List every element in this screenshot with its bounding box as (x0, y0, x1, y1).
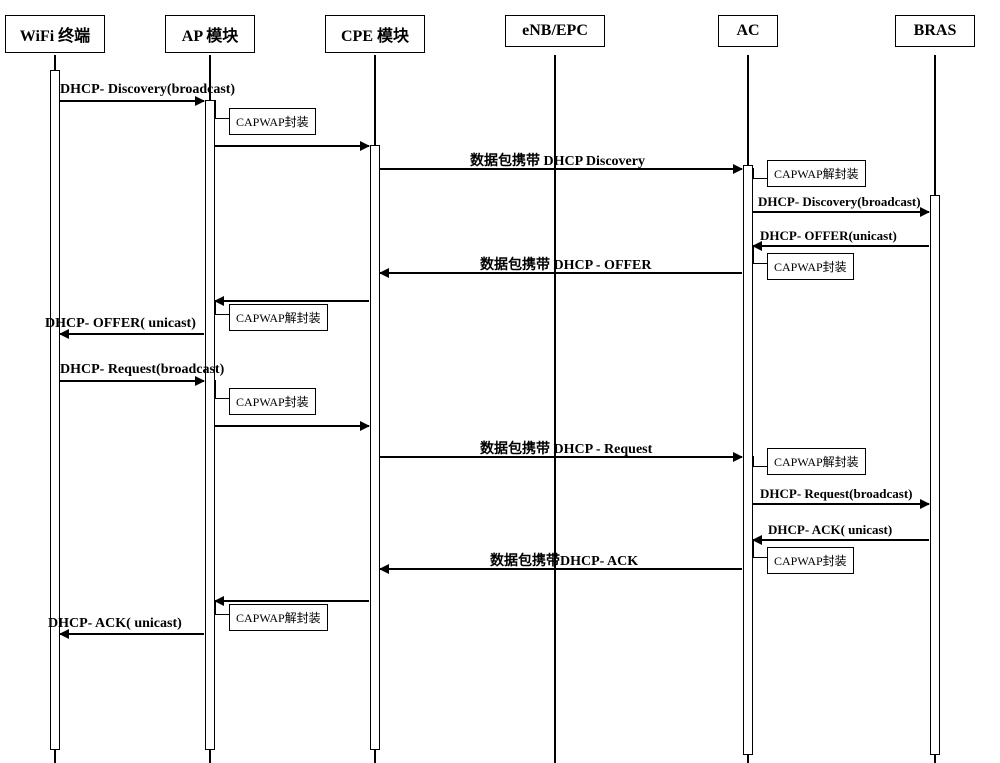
note-conn-8v (215, 600, 216, 614)
note-capwap-encap-2: CAPWAP封装 (767, 253, 854, 280)
arrow-m7 (60, 380, 204, 382)
note-conn-4h (215, 314, 229, 315)
msg-data-ack: 数据包携带DHCP- ACK (490, 550, 638, 570)
note-conn-6h (753, 466, 767, 467)
arrow-cpe-ap-1 (215, 300, 369, 302)
msg-dhcp-request-2: DHCP- Request(broadcast) (760, 486, 913, 502)
note-capwap-encap-1: CAPWAP封装 (229, 108, 316, 135)
note-conn-4v (215, 300, 216, 314)
activation-wifi (50, 70, 60, 750)
note-conn-3v (753, 245, 754, 263)
note-conn-5h (215, 398, 229, 399)
participant-bras: BRAS (895, 15, 975, 47)
arrow-m5 (380, 272, 742, 274)
note-capwap-decap-1: CAPWAP解封装 (767, 160, 866, 187)
msg-dhcp-discovery-1: DHCP- Discovery(broadcast) (60, 82, 235, 98)
note-capwap-decap-4: CAPWAP解封装 (229, 604, 328, 631)
activation-ap (205, 100, 215, 750)
note-conn-2h (753, 178, 767, 179)
note-conn-6v (753, 456, 754, 466)
note-capwap-decap-3: CAPWAP解封装 (767, 448, 866, 475)
note-conn-8h (215, 614, 229, 615)
note-capwap-decap-2: CAPWAP解封装 (229, 304, 328, 331)
participant-ac: AC (718, 15, 778, 47)
arrow-m2 (380, 168, 742, 170)
note-conn-7v (753, 539, 754, 557)
participant-enb: eNB/EPC (505, 15, 605, 47)
note-capwap-encap-3: CAPWAP封装 (229, 388, 316, 415)
note-conn-5v (215, 380, 216, 398)
note-capwap-encap-4: CAPWAP封装 (767, 547, 854, 574)
note-conn-1h (215, 118, 229, 119)
arrow-m9 (753, 503, 929, 505)
arrow-m12 (60, 633, 204, 635)
note-conn-1v (215, 100, 216, 118)
arrow-m6 (60, 333, 204, 335)
participant-ap: AP 模块 (165, 15, 255, 53)
participant-wifi: WiFi 终端 (5, 15, 105, 53)
msg-data-offer: 数据包携带 DHCP - OFFER (480, 254, 652, 274)
arrow-m8 (380, 456, 742, 458)
msg-data-discovery: 数据包携带 DHCP Discovery (470, 150, 645, 170)
msg-dhcp-offer-1: DHCP- OFFER(unicast) (760, 228, 897, 244)
msg-data-request: 数据包携带 DHCP - Request (480, 438, 652, 458)
note-conn-2v (753, 168, 754, 178)
arrow-m10 (753, 539, 929, 541)
msg-dhcp-discovery-2: DHCP- Discovery(broadcast) (758, 194, 921, 210)
arrow-m1 (60, 100, 204, 102)
arrow-m4 (753, 245, 929, 247)
arrow-cpe-ap-2 (215, 600, 369, 602)
arrow-m11 (380, 568, 742, 570)
activation-ac (743, 165, 753, 755)
participant-cpe: CPE 模块 (325, 15, 425, 53)
note-conn-3h (753, 263, 767, 264)
activation-cpe (370, 145, 380, 750)
activation-bras (930, 195, 940, 755)
arrow-ap-cpe-1 (215, 145, 369, 147)
arrow-ap-cpe-2 (215, 425, 369, 427)
arrow-m3 (753, 211, 929, 213)
note-conn-7h (753, 557, 767, 558)
msg-dhcp-ack-1: DHCP- ACK( unicast) (768, 522, 892, 538)
